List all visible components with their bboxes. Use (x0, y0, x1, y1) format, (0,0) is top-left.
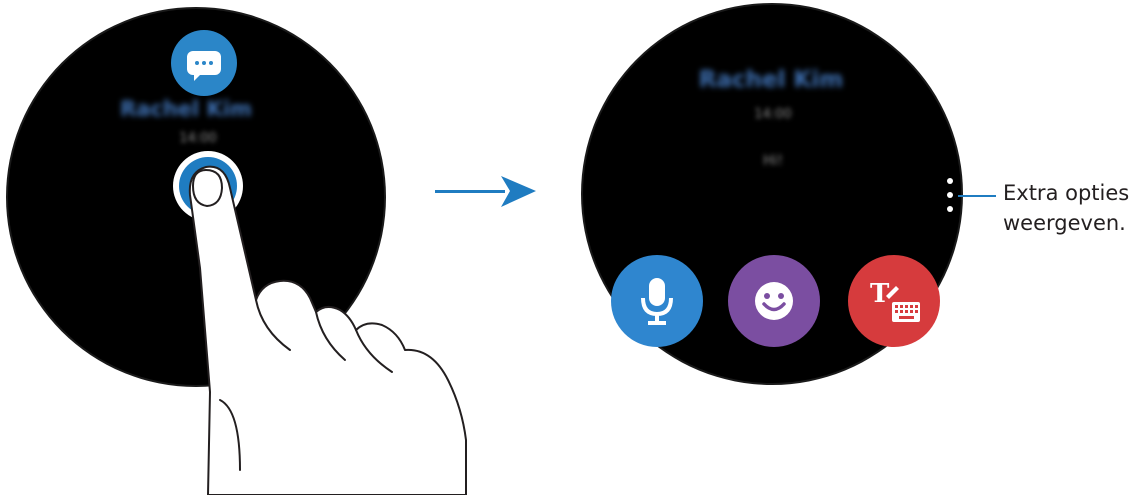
illustration-overlay (188, 165, 536, 495)
arrow-right-icon (435, 176, 536, 207)
finger-icon (188, 165, 467, 495)
